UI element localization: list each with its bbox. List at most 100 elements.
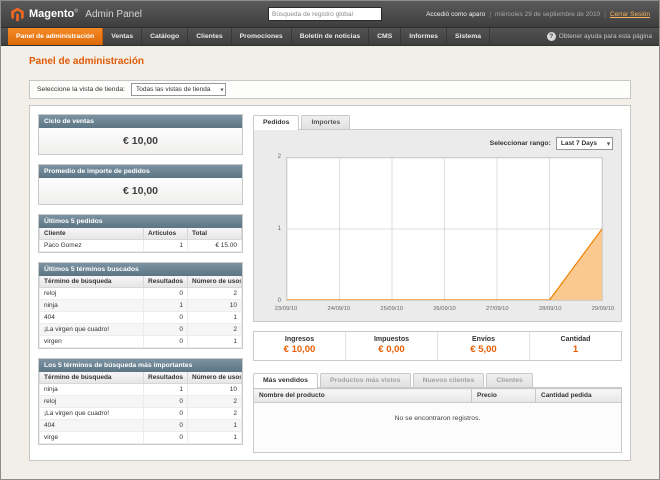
current-date: miércoles 29 de septiembre de 2010 <box>495 11 600 18</box>
x-axis-label: 24/09/10 <box>328 306 351 312</box>
x-axis-label: 25/09/10 <box>380 306 403 312</box>
total-quantity: Cantidad 1 <box>529 332 621 360</box>
lifetime-sales-value: € 10,00 <box>39 128 242 154</box>
search-term-row[interactable]: ninja 1 10 <box>40 300 242 312</box>
registered-mark: ® <box>74 8 78 14</box>
average-orders-panel: Promedio de importe de pedidos € 10,00 <box>38 164 243 205</box>
search-uses: 10 <box>188 300 242 312</box>
tab-bestsellers[interactable]: Más vendidos <box>253 373 318 388</box>
search-results: 1 <box>144 384 188 396</box>
chart-tabbar: Pedidos Importes <box>253 114 622 130</box>
nav-item-catalog[interactable]: Catálogo <box>142 28 188 45</box>
search-results: 0 <box>144 432 188 444</box>
search-results: 0 <box>144 396 188 408</box>
search-term-row[interactable]: ¡La virgen que cuadro! 0 2 <box>40 408 242 420</box>
y-axis-label: 0 <box>278 298 281 304</box>
average-orders-value: € 10,00 <box>39 178 242 204</box>
tab-pedidos[interactable]: Pedidos <box>253 115 299 130</box>
nav-item-customers[interactable]: Clientes <box>188 28 231 45</box>
x-axis-label: 26/09/10 <box>433 306 456 312</box>
search-results: 0 <box>144 336 188 348</box>
brand-text: Magento <box>29 8 74 20</box>
search-term: 404 <box>40 312 144 324</box>
search-results: 1 <box>144 300 188 312</box>
column-header: Cliente <box>40 228 144 240</box>
search-results: 0 <box>144 312 188 324</box>
total-shipping: Envíos € 5,00 <box>437 332 529 360</box>
tab-customers[interactable]: Clientes <box>486 373 532 387</box>
nav-item-newsletter[interactable]: Boletín de noticias <box>292 28 369 45</box>
last-search-terms-table: Término de búsqueda Resultados Número de… <box>39 276 242 348</box>
store-view-select[interactable]: Todas las vistas de tienda <box>131 83 226 96</box>
nav-item-dashboard[interactable]: Panel de administración <box>8 28 103 45</box>
global-search-input[interactable] <box>268 7 382 21</box>
x-axis: 23/09/1024/09/1025/09/1026/09/1027/09/10… <box>286 303 603 315</box>
page-title: Panel de administración <box>29 56 631 67</box>
search-results: 0 <box>144 408 188 420</box>
search-uses: 10 <box>188 384 242 396</box>
search-term-row[interactable]: 404 0 1 <box>40 312 242 324</box>
panel-title: Los 5 términos de búsqueda más important… <box>39 359 242 372</box>
nav-item-cms[interactable]: CMS <box>369 28 401 45</box>
x-axis-label: 27/09/10 <box>486 306 509 312</box>
store-view-selected-value: Todas las vistas de tienda <box>136 86 210 93</box>
search-uses: 2 <box>188 324 242 336</box>
dashboard-right-column: Pedidos Importes Seleccionar rango: Last… <box>253 114 622 452</box>
column-header: Precio <box>472 389 536 403</box>
search-term-row[interactable]: ninja 1 10 <box>40 384 242 396</box>
y-axis: 012 <box>268 157 284 301</box>
nav-item-promotions[interactable]: Promociones <box>232 28 292 45</box>
order-row[interactable]: Paco Gomez 1 € 15.00 <box>40 240 242 252</box>
search-term: virgen <box>40 336 144 348</box>
search-term-row[interactable]: reloj 0 2 <box>40 396 242 408</box>
tab-new-customers[interactable]: Nuevos clientes <box>413 373 485 387</box>
search-term-row[interactable]: virge 0 1 <box>40 432 242 444</box>
total-revenue: Ingresos € 10,00 <box>254 332 345 360</box>
y-axis-label: 2 <box>278 154 281 160</box>
top-search-terms-panel: Los 5 términos de búsqueda más important… <box>38 358 243 445</box>
products-tabbar: Más vendidos Productos más vistos Nuevos… <box>253 372 622 388</box>
logout-link[interactable]: Cerrar Sesión <box>610 11 650 18</box>
session-info: Accedió como aparo | miércoles 29 de sep… <box>426 11 650 18</box>
range-select[interactable]: Last 7 Days <box>556 137 613 150</box>
separator: | <box>489 11 491 18</box>
search-term-row[interactable]: virgen 0 1 <box>40 336 242 348</box>
search-uses: 1 <box>188 420 242 432</box>
top-search-terms-table: Término de búsqueda Resultados Número de… <box>39 372 242 444</box>
range-select-label: Seleccionar rango: <box>490 140 551 147</box>
search-results: 0 <box>144 324 188 336</box>
magento-logo[interactable]: Magento® Admin Panel <box>10 7 142 22</box>
total-tax: Impuestos € 0,00 <box>345 332 437 360</box>
search-term: virge <box>40 432 144 444</box>
order-total: € 15.00 <box>188 240 242 252</box>
chart-grid <box>287 158 602 300</box>
panel-title: Últimos 5 pedidos <box>39 215 242 228</box>
chart-plot <box>286 157 603 301</box>
main-nav: Panel de administración Ventas Catálogo … <box>1 28 659 46</box>
search-term: reloj <box>40 288 144 300</box>
column-header: Resultados <box>144 276 188 288</box>
tab-importes[interactable]: Importes <box>301 115 350 129</box>
search-uses: 1 <box>188 336 242 348</box>
search-term: ¡La virgen que cuadro! <box>40 408 144 420</box>
column-header: Número de usos <box>188 276 242 288</box>
search-term-row[interactable]: ¡La virgen que cuadro! 0 2 <box>40 324 242 336</box>
store-switcher-label: Seleccione la vista de tienda: <box>37 86 125 93</box>
nav-item-reports[interactable]: Informes <box>401 28 447 45</box>
nav-item-sales[interactable]: Ventas <box>103 28 142 45</box>
nav-item-system[interactable]: Sistema <box>447 28 490 45</box>
tab-most-viewed[interactable]: Productos más vistos <box>320 373 411 387</box>
search-uses: 1 <box>188 312 242 324</box>
help-icon <box>547 32 556 41</box>
search-term-row[interactable]: 404 0 1 <box>40 420 242 432</box>
top-header: Magento® Admin Panel Accedió como aparo … <box>1 1 659 28</box>
help-label: Obtener ayuda para esta página <box>559 33 652 40</box>
search-term: ¡La virgen que cuadro! <box>40 324 144 336</box>
order-items: 1 <box>144 240 188 252</box>
column-header: Artículos <box>144 228 188 240</box>
total-value: 1 <box>530 344 621 355</box>
dashboard-left-column: Ciclo de ventas € 10,00 Promedio de impo… <box>38 114 243 452</box>
search-term-row[interactable]: reloj 0 2 <box>40 288 242 300</box>
help-link[interactable]: Obtener ayuda para esta página <box>547 28 652 45</box>
orders-chart-panel: Seleccionar rango: Last 7 Days 012 <box>253 130 622 322</box>
